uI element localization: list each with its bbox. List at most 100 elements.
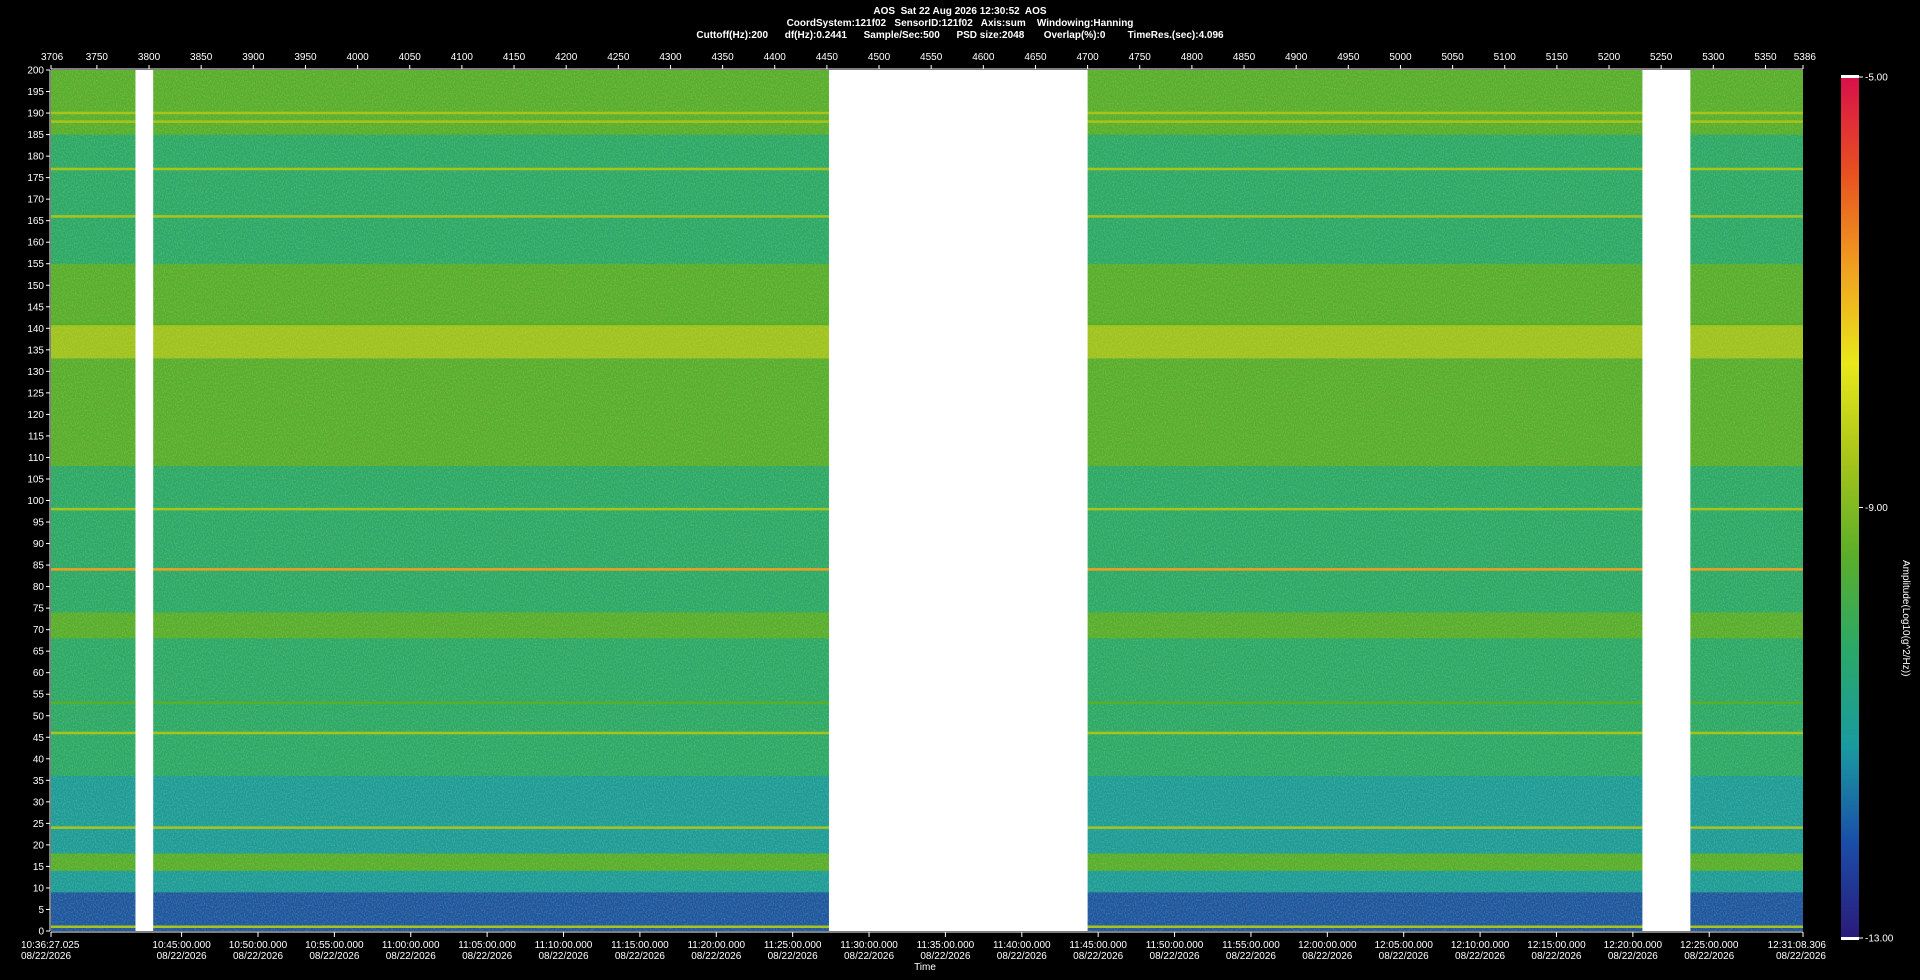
bottom-tick-date: 08/22/2026 <box>615 951 665 962</box>
bottom-tick-time: 12:31:08.306 <box>1768 940 1827 951</box>
bottom-tick-time: 12:20:00.000 <box>1604 940 1663 951</box>
data-gap <box>135 70 154 931</box>
bottom-tick-date: 08/22/2026 <box>1684 951 1734 962</box>
bottom-tick-time: 12:05:00.000 <box>1375 940 1434 951</box>
bottom-tick-time: 12:25:00.000 <box>1680 940 1739 951</box>
top-tick-label: 5100 <box>1494 52 1517 63</box>
data-gap <box>828 70 1088 931</box>
bottom-tick-date: 08/22/2026 <box>462 951 512 962</box>
bottom-tick-time: 12:10:00.000 <box>1451 940 1510 951</box>
bottom-tick-time: 11:15:00.000 <box>611 940 669 951</box>
top-tick-label: 5150 <box>1546 52 1569 63</box>
y-tick-label: 60 <box>33 668 45 679</box>
bottom-tick-date: 08/22/2026 <box>1226 951 1276 962</box>
colorbar-label: Amplitude(Log10(g^2/Hz)) <box>1900 560 1911 677</box>
top-tick-label: 4150 <box>503 52 526 63</box>
bottom-tick-date: 08/22/2026 <box>157 951 207 962</box>
y-tick-label: 45 <box>33 733 45 744</box>
y-tick-label: 0 <box>38 927 44 938</box>
bottom-tick-date: 08/22/2026 <box>1150 951 1200 962</box>
y-tick-label: 95 <box>33 518 45 529</box>
y-tick-label: 105 <box>27 474 44 485</box>
y-tick-label: 5 <box>38 905 44 916</box>
top-tick-label: 4850 <box>1233 52 1256 63</box>
top-tick-label: 4000 <box>346 52 369 63</box>
y-tick-label: 195 <box>27 87 44 98</box>
y-tick-label: 165 <box>27 216 44 227</box>
y-tick-label: 75 <box>33 604 45 615</box>
bottom-tick-time: 11:20:00.000 <box>687 940 745 951</box>
bottom-tick-time: 11:40:00.000 <box>993 940 1051 951</box>
bottom-tick-date: 08/22/2026 <box>1608 951 1658 962</box>
top-tick-label: 4550 <box>920 52 943 63</box>
bottom-tick-time: 10:50:00.000 <box>229 940 288 951</box>
bottom-tick-time: 11:10:00.000 <box>535 940 593 951</box>
colorbar: -5.00 -9.00 -13.00 <box>1841 73 1894 945</box>
bottom-tick-date: 08/22/2026 <box>1302 951 1352 962</box>
bottom-tick-date: 08/22/2026 <box>1531 951 1581 962</box>
top-tick-label: 5050 <box>1441 52 1464 63</box>
bottom-tick-date: 08/22/2026 <box>1455 951 1505 962</box>
top-tick-label: 4100 <box>451 52 474 63</box>
top-tick-label: 3800 <box>138 52 161 63</box>
y-tick-label: 55 <box>33 690 45 701</box>
bottom-tick-time: 11:05:00.000 <box>458 940 516 951</box>
top-tick-label: 5350 <box>1754 52 1777 63</box>
y-tick-label: 135 <box>27 345 44 356</box>
bottom-tick-time: 11:00:00.000 <box>382 940 440 951</box>
top-tick-label: 3706 <box>41 52 64 63</box>
top-tick-label: 4400 <box>764 52 787 63</box>
top-tick-label: 3850 <box>190 52 213 63</box>
top-tick-label: 4250 <box>607 52 630 63</box>
top-tick-label: 3950 <box>294 52 317 63</box>
top-tick-label: 4750 <box>1129 52 1152 63</box>
y-tick-label: 50 <box>33 711 45 722</box>
top-tick-label: 5250 <box>1650 52 1673 63</box>
bottom-tick-date: 08/22/2026 <box>386 951 436 962</box>
y-tick-label: 185 <box>27 130 44 141</box>
bottom-tick-time: 11:55:00.000 <box>1222 940 1280 951</box>
y-tick-label: 145 <box>27 302 44 313</box>
y-tick-label: 115 <box>28 431 44 442</box>
colorbar-bottom-cap <box>1841 937 1859 940</box>
top-tick-label: 4950 <box>1337 52 1360 63</box>
y-tick-label: 170 <box>27 195 44 206</box>
y-tick-label: 100 <box>27 496 44 507</box>
bottom-tick-date: 08/22/2026 <box>920 951 970 962</box>
y-tick-label: 125 <box>27 388 44 399</box>
y-tick-label: 25 <box>33 819 45 830</box>
y-tick-label: 190 <box>27 109 44 120</box>
bottom-tick-time: 11:35:00.000 <box>917 940 975 951</box>
top-tick-label: 3900 <box>242 52 265 63</box>
bottom-tick-date: 08/22/2026 <box>1379 951 1429 962</box>
x-axis-title: Time <box>914 962 936 973</box>
y-tick-label: 85 <box>33 561 45 572</box>
spectrogram-chart: 0510152025303540455055606570758085909510… <box>21 52 1894 962</box>
bottom-tick-date: 08/22/2026 <box>309 951 359 962</box>
y-tick-label: 10 <box>33 883 45 894</box>
bottom-tick-date: 08/22/2026 <box>538 951 588 962</box>
top-tick-label: 4900 <box>1285 52 1308 63</box>
bottom-tick-date: 08/22/2026 <box>1073 951 1123 962</box>
y-tick-label: 65 <box>33 647 45 658</box>
bottom-tick-date: 08/22/2026 <box>1776 951 1826 962</box>
top-tick-label: 4050 <box>399 52 422 63</box>
top-tick-label: 4350 <box>711 52 734 63</box>
bottom-tick-date: 08/22/2026 <box>997 951 1047 962</box>
bottom-tick-time: 11:30:00.000 <box>840 940 898 951</box>
top-tick-label: 4700 <box>1076 52 1099 63</box>
y-tick-label: 140 <box>27 324 44 335</box>
bottom-tick-time: 10:36:27.025 <box>21 940 80 951</box>
y-tick-label: 155 <box>27 259 44 270</box>
top-tick-label: 5200 <box>1598 52 1621 63</box>
top-tick-label: 4600 <box>972 52 995 63</box>
top-tick-label: 4500 <box>868 52 891 63</box>
y-tick-label: 90 <box>33 539 45 550</box>
top-tick-label: 5000 <box>1389 52 1412 63</box>
bottom-tick-date: 08/22/2026 <box>233 951 283 962</box>
top-tick-label: 5386 <box>1794 52 1817 63</box>
colorbar-tick-label: -5.00 <box>1865 73 1888 84</box>
y-tick-label: 175 <box>27 173 44 184</box>
top-tick-label: 4800 <box>1181 52 1204 63</box>
bottom-tick-time: 12:15:00.000 <box>1527 940 1586 951</box>
